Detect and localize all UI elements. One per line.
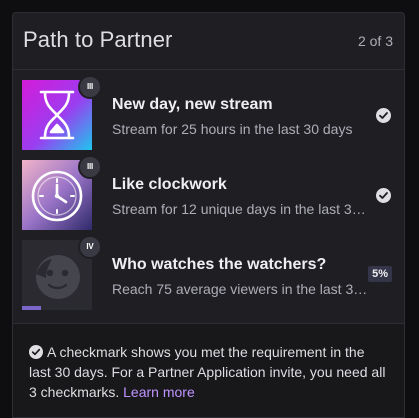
- progress-fill: [22, 306, 41, 310]
- checkmark-icon: [29, 345, 43, 359]
- progress-bar: [22, 306, 92, 310]
- achievement-title: Like clockwork: [112, 176, 227, 193]
- path-to-partner-panel: Path to Partner 2 of 3 III New day, new …: [12, 12, 405, 418]
- tier-badge: III: [78, 75, 102, 99]
- achievement-description: Reach 75 average viewers in the last 30 …: [112, 281, 368, 297]
- panel-header: Path to Partner 2 of 3: [13, 13, 404, 70]
- achievement-item[interactable]: III New day, new stream Stream for 25 ho…: [13, 75, 404, 158]
- panel-title: Path to Partner: [23, 27, 173, 52]
- progress-percent-badge: 5%: [368, 266, 392, 282]
- achievement-title: Who watches the watchers?: [112, 256, 327, 273]
- achievement-item[interactable]: IV Who watches the watchers? Reach 75 av…: [13, 235, 404, 318]
- achievement-description: Stream for 25 hours in the last 30 days: [112, 121, 353, 137]
- footer-text: A checkmark shows you met the requiremen…: [29, 344, 386, 400]
- achievement-item[interactable]: III Like clockwork Stream for 12 unique …: [13, 155, 404, 238]
- achievement-description: Stream for 12 unique days in the last 30…: [112, 201, 368, 217]
- tier-badge: III: [78, 155, 102, 179]
- page-indicator: 2 of 3: [357, 33, 393, 49]
- learn-more-link[interactable]: Learn more: [123, 384, 195, 400]
- footer-info: A checkmark shows you met the requiremen…: [29, 342, 389, 402]
- panel-footer: A checkmark shows you met the requiremen…: [13, 323, 404, 417]
- achievement-title: New day, new stream: [112, 96, 273, 113]
- checkmark-icon: [376, 188, 391, 203]
- checkmark-icon: [376, 108, 391, 123]
- tier-badge: IV: [78, 235, 102, 259]
